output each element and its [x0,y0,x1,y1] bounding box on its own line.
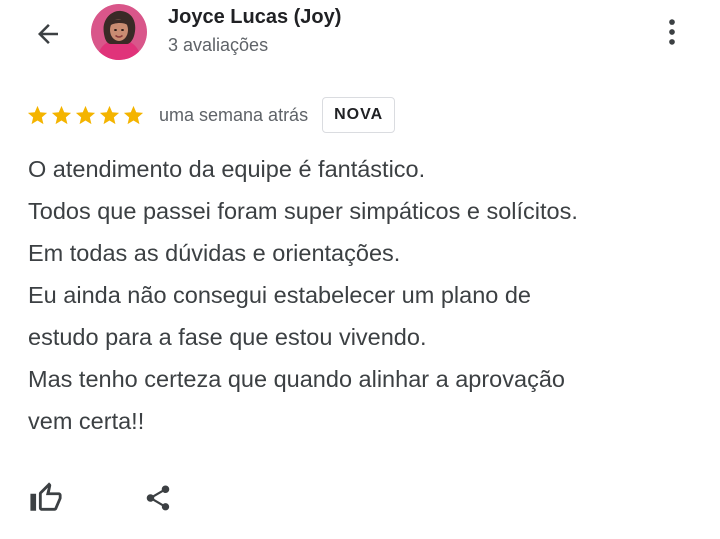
star-icon [99,105,120,124]
review-count: 3 avaliações [168,35,269,55]
review-meta: uma semana atrás NOVA [26,96,396,134]
review-text: O atendimento da equipe é fantástico. Tod… [28,148,708,442]
arrow-left-icon [38,24,58,44]
review-text-line: O atendimento da equipe é fantástico. [28,156,426,182]
like-button[interactable] [22,474,70,522]
star-icon [51,105,72,124]
review-text-line: estudo para a fase que estou vivendo. [28,324,427,350]
star-icon [123,105,144,124]
star-rating [26,104,145,127]
review-header: Joyce Lucas (Joy) 3 avaliações [0,0,720,70]
share-icon [146,485,170,511]
thumbs-up-icon [30,482,62,511]
more-vert-icon [669,19,675,45]
back-button[interactable] [26,14,70,54]
review-text-line: Em todas as dúvidas e orientações. [28,240,401,266]
review-time: uma semana atrás [159,104,309,125]
review-text-line: Todos que passei foram super simpáticos … [28,198,578,224]
star-icon [27,105,48,124]
reviewer-name[interactable]: Joyce Lucas (Joy) [168,6,341,29]
review-text-line: Mas tenho certeza que quando alinhar a a… [28,366,565,392]
share-button[interactable] [134,474,182,522]
reviewer-photo [91,4,147,60]
new-badge: NOVA [322,97,396,133]
review-text-line: vem certa!! [28,408,145,434]
review-text-line: Eu ainda não consegui estabelecer um pla… [28,282,532,308]
avatar[interactable] [91,4,147,60]
more-options-button[interactable] [652,12,692,52]
star-icon [75,105,96,124]
